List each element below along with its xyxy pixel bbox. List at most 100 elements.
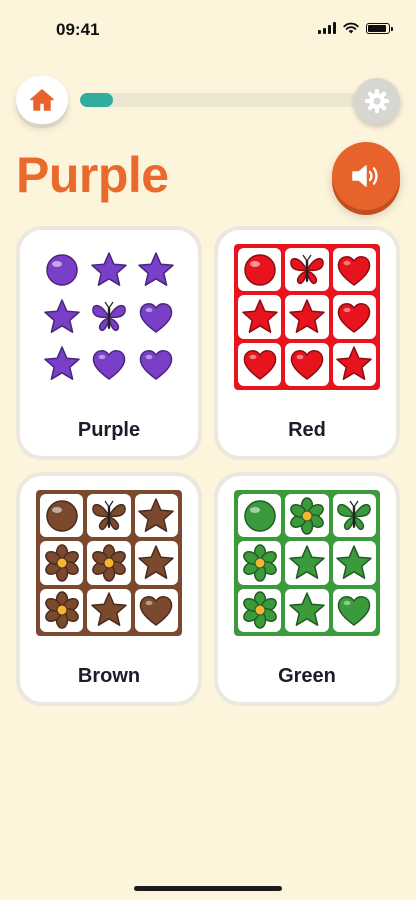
flower-icon [242, 591, 277, 630]
butterfly-icon [92, 500, 126, 530]
star-icon [289, 592, 325, 627]
tile [134, 541, 178, 585]
card-label: Green [278, 665, 336, 687]
answer-card-red[interactable]: Red [214, 226, 400, 460]
tile [40, 494, 84, 538]
home-indicator [134, 886, 282, 891]
star-icon [138, 251, 175, 286]
tile [285, 541, 329, 585]
tile [285, 588, 329, 632]
star-icon [289, 545, 325, 579]
page-title: Purple [16, 147, 169, 203]
tile [238, 342, 282, 386]
butterfly-icon [337, 500, 372, 530]
tile [135, 248, 178, 291]
star-icon [91, 251, 127, 286]
ball-icon [243, 253, 276, 286]
answer-card-brown[interactable]: Brown [16, 472, 202, 706]
star-icon [289, 299, 325, 333]
tile [238, 494, 282, 538]
tile [135, 343, 178, 386]
speaker-icon [352, 165, 378, 187]
heart-icon [140, 303, 173, 333]
tile [134, 588, 178, 632]
star-icon [91, 592, 127, 627]
tile [285, 494, 329, 538]
tile [238, 248, 282, 292]
flower-icon [92, 544, 126, 582]
progress-fill [80, 93, 113, 107]
tile [285, 248, 329, 292]
tile [134, 494, 178, 538]
wifi-icon [343, 22, 359, 34]
ball-icon [45, 253, 78, 286]
heart-icon [140, 350, 173, 381]
butterfly-icon [290, 254, 324, 284]
tile [332, 342, 376, 386]
tile [87, 494, 131, 538]
flower-icon [44, 544, 79, 582]
tile [332, 588, 376, 632]
tile [40, 588, 84, 632]
tile [285, 342, 329, 386]
answer-card-purple[interactable]: Purple [16, 226, 202, 460]
tile [332, 541, 376, 585]
ball-icon [243, 499, 276, 532]
battery-icon [366, 22, 393, 34]
heart-icon [290, 350, 324, 381]
tile [135, 295, 178, 338]
sound-button[interactable] [332, 142, 400, 210]
home-button[interactable] [16, 76, 68, 124]
star-icon [336, 346, 373, 381]
tile [332, 248, 376, 292]
star-icon [336, 545, 373, 579]
flower-icon [242, 544, 277, 582]
progress-bar [80, 93, 376, 107]
ball-icon [45, 499, 78, 532]
flower-icon [44, 591, 79, 630]
card-tiles [234, 490, 380, 636]
tile [40, 248, 83, 291]
home-icon [30, 89, 54, 111]
tile [40, 541, 84, 585]
tile [238, 541, 282, 585]
star-icon [43, 346, 80, 381]
heart-icon [338, 303, 371, 333]
star-icon [138, 545, 175, 579]
star-icon [138, 497, 175, 532]
tile [87, 248, 130, 291]
battery-level [368, 24, 386, 32]
settings-button[interactable] [354, 78, 400, 124]
tile [332, 494, 376, 538]
heart-icon [338, 255, 371, 286]
status-bar: 09:41 [0, 0, 416, 62]
tile [87, 541, 131, 585]
card-tiles [234, 244, 380, 390]
signal-icon [318, 22, 336, 34]
tile [87, 343, 130, 386]
tile [87, 295, 130, 338]
card-tiles [36, 490, 182, 636]
card-label: Red [288, 419, 326, 441]
status-time: 09:41 [56, 20, 100, 39]
tile [87, 588, 131, 632]
gear-icon [365, 89, 389, 113]
tile [40, 295, 83, 338]
card-tiles [36, 244, 182, 390]
star-icon [43, 299, 80, 333]
tile [285, 295, 329, 339]
tile [238, 588, 282, 632]
tile [238, 295, 282, 339]
butterfly-icon [92, 301, 126, 332]
heart-icon [140, 596, 173, 627]
flower-icon [290, 496, 324, 535]
answer-card-green[interactable]: Green [214, 472, 400, 706]
tile [40, 343, 83, 386]
heart-icon [243, 350, 276, 381]
status-icons [318, 22, 393, 34]
card-label: Brown [77, 665, 141, 687]
tile [332, 295, 376, 339]
heart-icon [92, 350, 126, 381]
heart-icon [338, 596, 371, 627]
card-label: Purple [77, 419, 141, 441]
